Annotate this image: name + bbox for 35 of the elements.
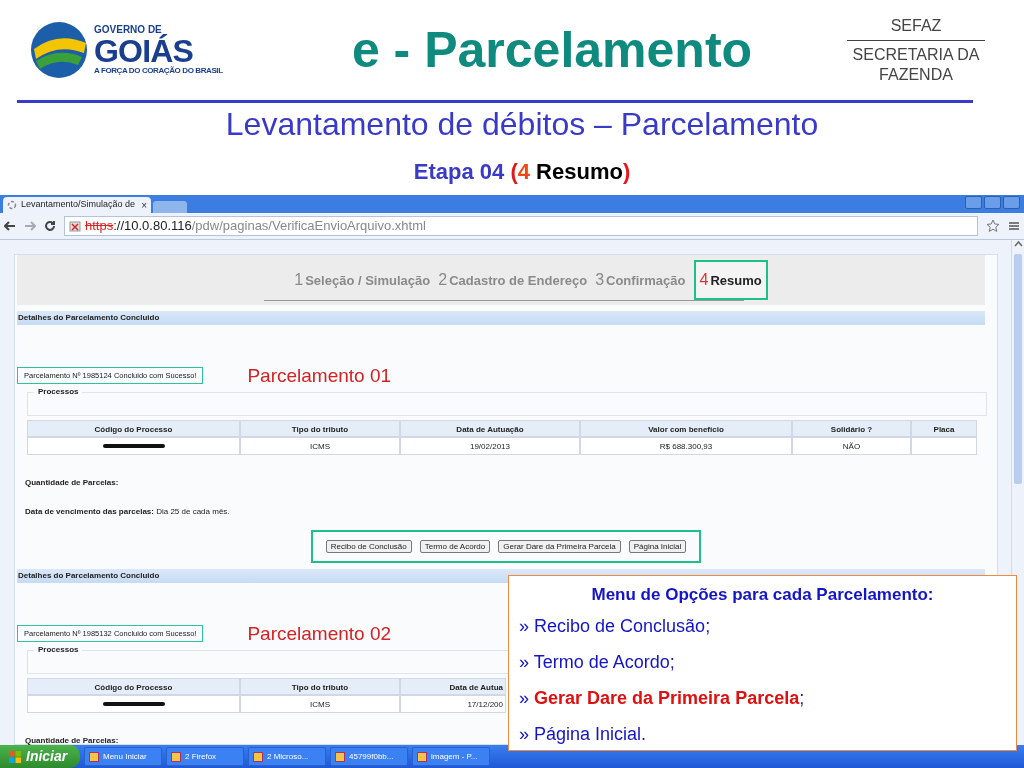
table-cell: R$ 688.300,93 (580, 437, 792, 455)
slide-subtitle: Levantamento de débitos – Parcelamento (224, 105, 820, 144)
table-cell: ICMS (240, 437, 400, 455)
logo-top-text: GOVERNO DE (94, 25, 162, 35)
column-header: Tipo do tributo (240, 420, 400, 437)
logo-tagline: A FORÇA DO CORAÇÃO DO BRASIL (94, 67, 223, 75)
step-heading: Etapa 04 (4 Resumo) (412, 158, 632, 186)
table-cell: ICMS (240, 695, 400, 713)
callout-item: » Termo de Acordo; (519, 651, 675, 674)
agency-name: SECRETARIA DA FAZENDA (851, 44, 981, 85)
column-header: Código do Processo (27, 420, 240, 437)
column-header: Tipo do tributo (240, 678, 400, 695)
callout-item: » Gerar Dare da Primeira Parcela; (519, 687, 805, 710)
callout-title: Menu de Opções para cada Parcelamento: (590, 584, 935, 606)
agency-short: SEFAZ (846, 15, 986, 41)
column-header: Solidário ? (792, 420, 911, 437)
callout-item: » Recibo de Conclusão; (519, 615, 711, 638)
slide-title: e - Parcelamento (350, 20, 754, 80)
quantity-label: Quantidade de Parcelas: (25, 735, 119, 745)
tab-title: Levantamento/Simulação de (21, 198, 136, 212)
parcel-label: Parcelamento 01 (247, 366, 392, 385)
quantity-label: Quantidade de Parcelas: (25, 477, 119, 489)
table-cell: 17/12/200 (400, 695, 506, 713)
column-header: Data de Autuação (400, 420, 580, 437)
column-header: Placa (911, 420, 977, 437)
logo-name: GOIÁS (94, 35, 195, 67)
table-cell: 19/02/2013 (400, 437, 580, 455)
section-header: Detalhes do Parcelamento Concluido (17, 311, 985, 325)
callout-item: » Página Inicial. (519, 723, 647, 746)
column-header: Código do Processo (27, 678, 240, 695)
column-header: Data de Autua (400, 678, 506, 695)
parcel-label: Parcelamento 02 (247, 624, 392, 643)
table-cell: NÃO (792, 437, 911, 455)
due-date-text: Data de vencimento das parcelas: Dia 25 de cada mês. (25, 506, 231, 518)
column-header: Valor com benefício (580, 420, 792, 437)
